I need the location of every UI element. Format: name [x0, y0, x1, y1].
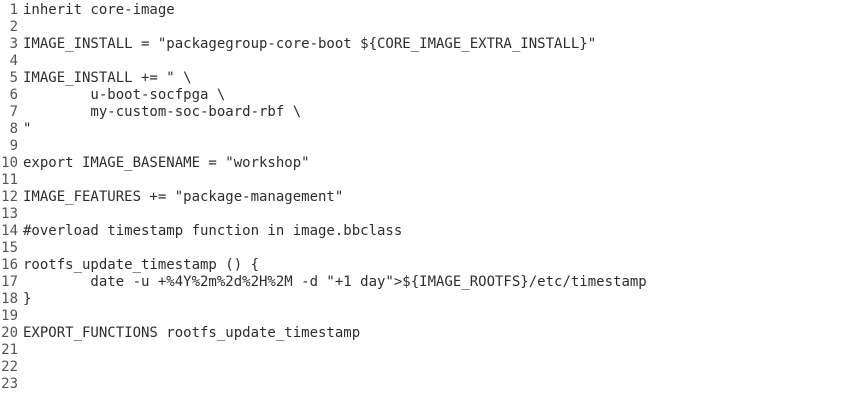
line-text[interactable]: #overload timestamp function in image.bb…: [23, 223, 402, 240]
line-number: 10: [1, 155, 18, 171]
line-number: 14: [1, 223, 18, 239]
editor-line[interactable]: 5 IMAGE_INSTALL += " \: [0, 70, 867, 87]
line-number: 12: [1, 189, 18, 205]
editor-line[interactable]: 11: [0, 172, 867, 189]
editor-line[interactable]: 21: [0, 342, 867, 359]
editor-line[interactable]: 6 u-boot-socfpga \: [0, 87, 867, 104]
editor-line[interactable]: 1 inherit core-image: [0, 2, 867, 19]
editor-line[interactable]: 22: [0, 359, 867, 376]
line-text[interactable]: ": [23, 121, 31, 138]
line-number: 2: [9, 19, 18, 35]
editor-line[interactable]: 7 my-custom-soc-board-rbf \: [0, 104, 867, 121]
line-number: 8: [9, 121, 18, 137]
line-number: 5: [9, 70, 18, 86]
line-number: 9: [9, 138, 18, 154]
line-text[interactable]: rootfs_update_timestamp () {: [23, 257, 259, 274]
editor-line[interactable]: 2: [0, 19, 867, 36]
line-text[interactable]: export IMAGE_BASENAME = "workshop": [23, 155, 310, 172]
editor-line[interactable]: 18}: [0, 291, 867, 308]
editor-line[interactable]: 23: [0, 376, 867, 393]
line-number: 13: [1, 206, 18, 222]
line-text[interactable]: IMAGE_INSTALL += " \: [23, 70, 192, 87]
editor-line[interactable]: 4: [0, 53, 867, 70]
line-number: 6: [9, 87, 18, 103]
editor-line[interactable]: 19: [0, 308, 867, 325]
editor-line[interactable]: 9: [0, 138, 867, 155]
line-number: 11: [1, 172, 18, 188]
line-text[interactable]: IMAGE_INSTALL = "packagegroup-core-boot …: [23, 36, 596, 53]
line-number: 22: [1, 359, 18, 375]
line-text[interactable]: }: [23, 291, 31, 308]
line-number: 20: [1, 325, 18, 341]
line-text[interactable]: u-boot-socfpga \: [23, 87, 225, 104]
line-number: 17: [1, 274, 18, 290]
line-number: 19: [1, 308, 18, 324]
line-number: 4: [9, 53, 18, 69]
line-text[interactable]: IMAGE_FEATURES += "package-management": [23, 189, 343, 206]
line-text[interactable]: date -u +%4Y%2m%2d%2H%2M -d "+1 day">${I…: [23, 274, 646, 291]
line-text[interactable]: my-custom-soc-board-rbf \: [23, 104, 301, 121]
line-number: 7: [9, 104, 18, 120]
editor-line[interactable]: 15: [0, 240, 867, 257]
editor-line[interactable]: 12 IMAGE_FEATURES += "package-management": [0, 189, 867, 206]
line-number: 1: [9, 2, 18, 18]
line-text[interactable]: inherit core-image: [23, 2, 175, 19]
line-text[interactable]: EXPORT_FUNCTIONS rootfs_update_timestamp: [23, 325, 360, 342]
editor-line[interactable]: 20 EXPORT_FUNCTIONS rootfs_update_timesta…: [0, 325, 867, 342]
editor-line[interactable]: 13: [0, 206, 867, 223]
editor-line[interactable]: 17 date -u +%4Y%2m%2d%2H%2M -d "+1 day">…: [0, 274, 867, 291]
editor-line[interactable]: 14 #overload timestamp function in image.…: [0, 223, 867, 240]
line-number: 15: [1, 240, 18, 256]
editor-line[interactable]: 8 ": [0, 121, 867, 138]
text-editor[interactable]: 1 inherit core-image 2 3 IMAGE_INSTALL = "…: [0, 0, 867, 400]
line-number: 18: [1, 291, 18, 307]
line-number: 21: [1, 342, 18, 358]
editor-line[interactable]: 16 rootfs_update_timestamp () {: [0, 257, 867, 274]
line-number: 23: [1, 376, 18, 392]
line-number: 3: [9, 36, 18, 52]
line-number: 16: [1, 257, 18, 273]
editor-line[interactable]: 3 IMAGE_INSTALL = "packagegroup-core-boot…: [0, 36, 867, 53]
editor-line[interactable]: 10 export IMAGE_BASENAME = "workshop": [0, 155, 867, 172]
